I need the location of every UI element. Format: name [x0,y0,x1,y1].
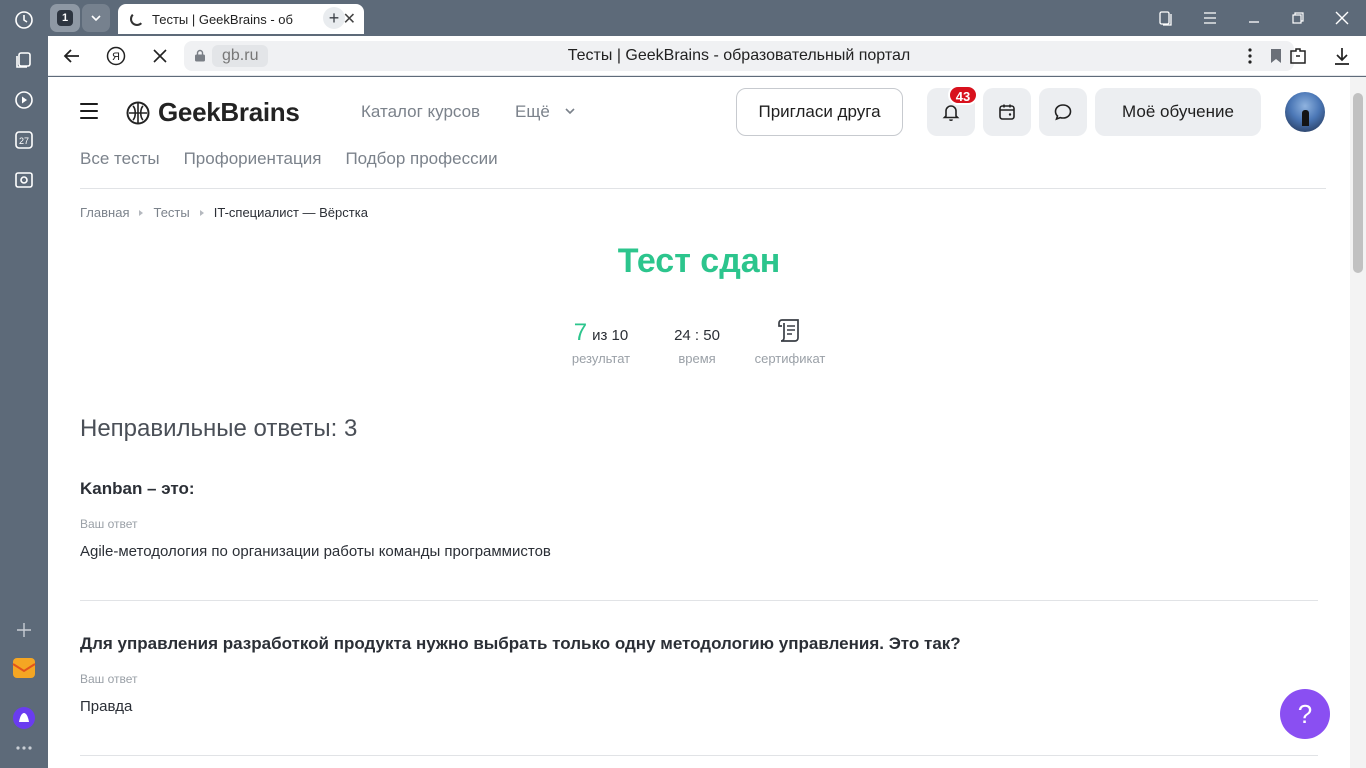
tab-title: Тесты | GeekBrains - об [152,11,293,27]
your-answer: Agile-методология по организации работы … [80,543,551,560]
calendar-day: 27 [19,136,29,146]
add-panel-icon[interactable] [12,618,36,642]
score-stat: 7 из 10 результат [558,317,644,366]
wrong-answers-heading: Неправильные ответы: 3 [80,415,358,442]
browser-toolbar: Я gb.ru Тесты | GeekBrains - образовател… [48,36,1366,76]
hamburger-menu-icon[interactable] [80,103,98,119]
calendar-icon[interactable]: 27 [12,128,36,152]
url-page-title: Тесты | GeekBrains - образовательный пор… [567,47,911,64]
question-divider [80,755,1318,756]
breadcrumb-home[interactable]: Главная [80,205,129,220]
brain-logo-icon [126,101,150,124]
calendar-icon [999,104,1015,120]
certificate-scroll-icon[interactable] [776,317,804,345]
score-total: из 10 [592,327,629,344]
bookmark-icon[interactable] [1270,48,1282,64]
mail-icon[interactable] [12,656,36,680]
calendar-button[interactable] [983,88,1031,136]
alice-icon[interactable] [12,706,36,730]
page-scrollbar[interactable] [1350,77,1366,768]
chevron-down-icon[interactable] [564,105,576,117]
your-answer-label: Ваш ответ [80,672,138,686]
bookmarks-panel-icon[interactable] [1156,8,1176,28]
question-divider [80,600,1318,601]
breadcrumb-current: IT-специалист — Вёрстка [213,205,368,220]
breadcrumb-separator-icon [199,209,204,216]
menu-icon[interactable] [1200,8,1220,28]
catalog-link[interactable]: Каталог курсов [361,102,480,122]
your-answer-label: Ваш ответ [80,517,138,531]
subnav-all-tests[interactable]: Все тесты [80,149,160,169]
more-menu[interactable]: Ещё [515,102,550,122]
breadcrumb-tests[interactable]: Тесты [153,205,189,220]
certificate-label: сертификат [754,351,826,366]
time-value: 24 : 50 [674,327,720,344]
question-item: Для управления разработкой продукта нужн… [80,634,1318,715]
screenshot-icon[interactable] [12,168,36,192]
close-window-icon[interactable] [1332,8,1352,28]
yandex-logo-icon[interactable]: Я [104,44,128,68]
logo-text: GeekBrains [158,97,300,127]
messages-button[interactable] [1039,88,1087,136]
svg-text:Я: Я [112,51,120,63]
tab-count: 1 [57,10,73,26]
tests-subnav: Все тесты Профориентация Подбор професси… [80,149,498,169]
tabs-dropdown[interactable] [82,4,110,32]
question-text: Kanban – это: [80,479,195,498]
test-passed-title: Тест сдан [617,242,781,280]
subnav-career-guidance[interactable]: Профориентация [184,149,322,169]
back-arrow-icon[interactable] [60,44,84,68]
new-tab-button[interactable]: + [323,7,345,29]
video-icon[interactable] [12,88,36,112]
score-label: результат [571,351,631,366]
chat-bubble-icon [1054,104,1072,121]
header-divider [80,188,1326,189]
my-learning-button[interactable]: Моё обучение [1095,88,1261,136]
user-avatar[interactable] [1285,92,1325,132]
restore-icon[interactable] [1288,8,1308,28]
browser-titlebar: 1 Тесты | GeekBrains - об ✕ + [48,0,1366,36]
certificate-stat[interactable]: сертификат [748,315,832,366]
time-stat: 24 : 50 время [660,317,734,366]
minimize-icon[interactable] [1244,8,1264,28]
collections-icon[interactable] [12,48,36,72]
extensions-icon[interactable] [1286,44,1310,68]
your-answer: Правда [80,698,133,715]
time-label: время [678,351,716,366]
geekbrains-logo[interactable]: GeekBrains [126,97,300,128]
tab-counter[interactable]: 1 [50,4,80,32]
address-bar[interactable]: gb.ru Тесты | GeekBrains - образовательн… [184,41,1294,71]
bell-icon [942,105,960,122]
notification-count-badge: 43 [948,85,978,105]
browser-side-panel: 27 [0,0,48,768]
more-dots-icon[interactable] [12,736,36,760]
chevron-down-icon [91,15,101,22]
scrollbar-thumb[interactable] [1353,93,1363,273]
stop-loading-icon[interactable] [148,44,172,68]
downloads-icon[interactable] [1330,44,1354,68]
breadcrumb-separator-icon [139,209,144,216]
breadcrumb: Главная Тесты IT-специалист — Вёрстка [80,205,368,220]
question-item: Kanban – это: Ваш ответ Agile-методологи… [80,479,1318,560]
more-options-icon[interactable] [1238,44,1262,68]
subnav-profession-selection[interactable]: Подбор профессии [345,149,497,169]
loading-spinner-icon [130,12,144,26]
invite-friend-button[interactable]: Пригласи друга [736,88,903,136]
web-page: GeekBrains Каталог курсов Ещё Пригласи д… [48,77,1350,768]
help-button[interactable]: ? [1280,689,1330,739]
question-text: Для управления разработкой продукта нужн… [80,634,961,653]
score-value: 7 [573,319,588,346]
history-icon[interactable] [12,8,36,32]
